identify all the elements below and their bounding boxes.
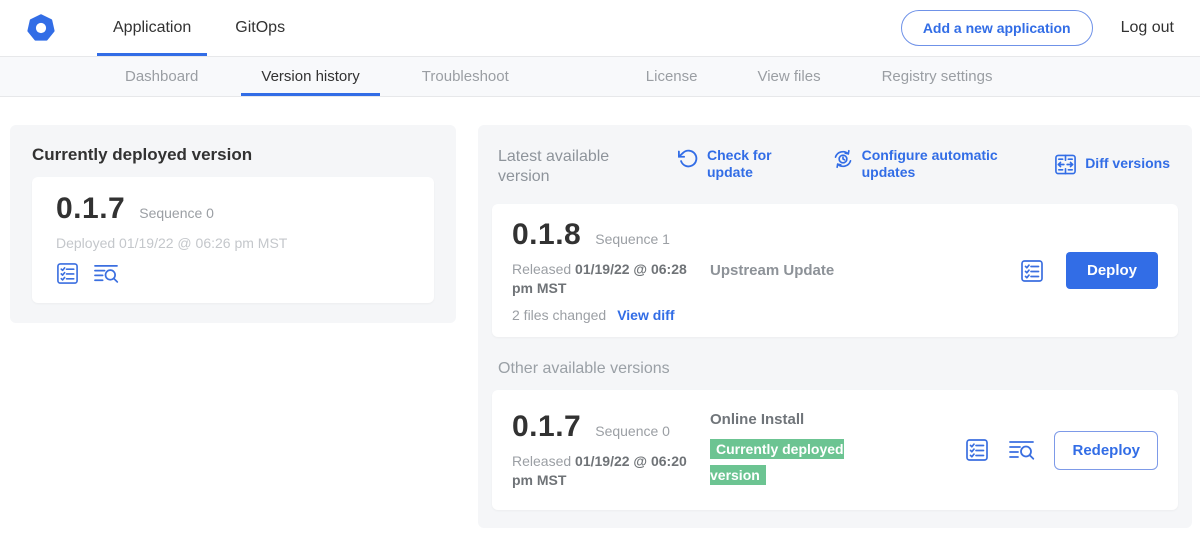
refresh-icon xyxy=(678,148,699,169)
deploy-button[interactable]: Deploy xyxy=(1066,252,1158,289)
top-bar: Application GitOps Add a new application… xyxy=(0,0,1200,57)
latest-version-sequence: Sequence 1 xyxy=(595,231,670,247)
subnav-registry-settings[interactable]: Registry settings xyxy=(862,57,1013,96)
diff-icon xyxy=(1054,153,1077,176)
other-version-source: Online Install xyxy=(710,411,804,428)
latest-available-panel: Latest available version Check for updat… xyxy=(478,125,1192,528)
primary-tabs: Application GitOps xyxy=(97,0,301,56)
preflight-checks-icon[interactable] xyxy=(56,262,79,285)
auto-update-clock-icon xyxy=(832,148,854,170)
diff-versions-link[interactable]: Diff versions xyxy=(1054,147,1170,180)
subnav-license[interactable]: License xyxy=(626,57,718,96)
kots-logo-icon xyxy=(27,14,55,42)
tab-application[interactable]: Application xyxy=(97,0,207,56)
subnav-view-files[interactable]: View files xyxy=(737,57,840,96)
currently-deployed-title: Currently deployed version xyxy=(32,145,434,165)
latest-version-source: Upstream Update xyxy=(710,262,834,279)
latest-released-timestamp: Released 01/19/22 @ 06:28 pm MST xyxy=(512,260,696,298)
subnav-version-history[interactable]: Version history xyxy=(241,57,379,96)
configure-automatic-updates-link[interactable]: Configure automatic updates xyxy=(832,147,1002,180)
preflight-checks-icon[interactable] xyxy=(965,438,989,462)
deployed-timestamp: Deployed 01/19/22 @ 06:26 pm MST xyxy=(56,235,410,251)
other-version-number: 0.1.7 xyxy=(512,410,581,444)
current-version-card: 0.1.7 Sequence 0 Deployed 01/19/22 @ 06:… xyxy=(32,177,434,303)
logout-link[interactable]: Log out xyxy=(1121,19,1174,37)
current-version-sequence: Sequence 0 xyxy=(139,205,214,221)
view-diff-link[interactable]: View diff xyxy=(617,307,674,323)
current-version-number: 0.1.7 xyxy=(56,192,125,226)
app-subnav: Dashboard Version history Troubleshoot L… xyxy=(0,57,1200,97)
currently-deployed-badge: Currently deployed version xyxy=(710,439,844,485)
subnav-dashboard[interactable]: Dashboard xyxy=(105,57,218,96)
preflight-checks-icon[interactable] xyxy=(1020,259,1044,283)
latest-version-number: 0.1.8 xyxy=(512,218,581,252)
other-version-sequence: Sequence 0 xyxy=(595,423,670,439)
files-changed-text: 2 files changed xyxy=(512,307,606,323)
check-for-update-link[interactable]: Check for update xyxy=(678,147,779,180)
add-new-application-button[interactable]: Add a new application xyxy=(901,10,1093,46)
currently-deployed-panel: Currently deployed version 0.1.7 Sequenc… xyxy=(10,125,456,323)
other-version-card: 0.1.7 Sequence 0 Released 01/19/22 @ 06:… xyxy=(492,390,1178,510)
other-versions-title: Other available versions xyxy=(498,360,1178,378)
view-logs-icon[interactable] xyxy=(93,262,119,285)
subnav-troubleshoot[interactable]: Troubleshoot xyxy=(402,57,529,96)
latest-version-card: 0.1.8 Sequence 1 Released 01/19/22 @ 06:… xyxy=(492,204,1178,337)
latest-available-title: Latest available version xyxy=(498,147,630,187)
app-logo[interactable] xyxy=(27,0,55,56)
other-released-timestamp: Released 01/19/22 @ 06:20 pm MST xyxy=(512,452,696,490)
view-logs-icon[interactable] xyxy=(1008,438,1035,462)
redeploy-button[interactable]: Redeploy xyxy=(1054,431,1158,470)
tab-gitops[interactable]: GitOps xyxy=(219,0,301,56)
